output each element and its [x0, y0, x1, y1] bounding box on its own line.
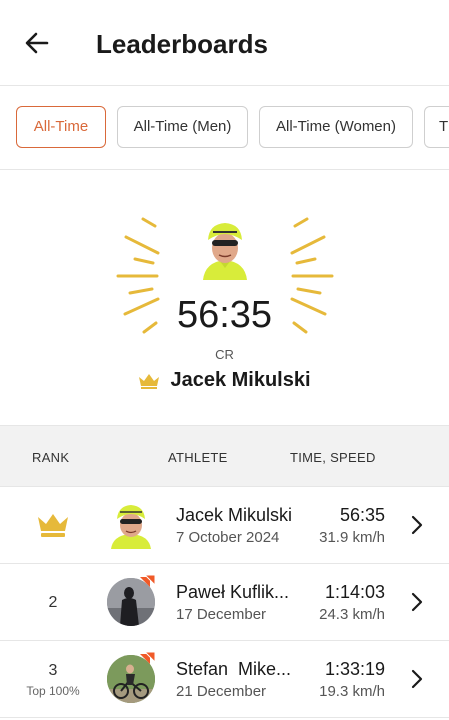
chevron-right-icon	[411, 592, 423, 612]
subscriber-badge-icon	[140, 651, 156, 664]
record-holder[interactable]: Jacek Mikulski	[0, 369, 449, 397]
effort-date: 17 December	[176, 606, 267, 623]
leaderboard-table-header: RANK ATHLETE TIME, SPEED	[0, 425, 449, 487]
subscriber-badge-icon	[140, 574, 156, 587]
rank-percentile: Top 100%	[26, 684, 80, 698]
athlete-name: Stefan Mike...	[176, 659, 292, 679]
effort-time: 1:33:19	[324, 659, 385, 679]
filter-chip-all-time-women[interactable]: All-Time (Women)	[259, 106, 413, 148]
crown-icon	[38, 514, 68, 537]
filter-bar: All-Time All-Time (Men) All-Time (Women)…	[0, 86, 449, 170]
record-caption: CR	[215, 347, 234, 362]
arrow-left-icon	[25, 32, 49, 54]
app-header: Leaderboards	[0, 0, 449, 86]
rank-number: 3	[48, 662, 58, 679]
course-record-hero: 56:35 CR Jacek Mikulski	[0, 171, 449, 425]
leaderboard-row[interactable]: 2 Paweł Kuflik... 17 December 1:14:03 24…	[0, 564, 449, 641]
chevron-right-icon	[411, 669, 423, 689]
leaderboard-row[interactable]: Jacek Mikulski 7 October 2024 56:35 31.9…	[0, 487, 449, 564]
filter-chip-all-time[interactable]: All-Time	[16, 106, 106, 148]
effort-speed: 19.3 km/h	[319, 683, 385, 700]
cyclist-avatar	[203, 223, 247, 280]
effort-time: 1:14:03	[324, 582, 385, 602]
crown-icon	[139, 373, 160, 389]
effort-speed: 31.9 km/h	[319, 529, 385, 546]
page-title: Leaderboards	[96, 29, 268, 59]
record-time: 56:35	[176, 294, 273, 336]
athlete-name: Jacek Mikulski	[176, 505, 293, 525]
rank-number: 2	[48, 594, 58, 611]
effort-date: 21 December	[176, 683, 267, 700]
chevron-right-icon	[411, 515, 423, 535]
effort-date: 7 October 2024	[176, 529, 280, 546]
rank-column-header: RANK	[32, 450, 70, 465]
record-holder-name: Jacek Mikulski	[170, 369, 311, 391]
back-button[interactable]	[22, 28, 52, 58]
filter-chip-all-time-men[interactable]: All-Time (Men)	[117, 106, 248, 148]
filter-chip-next[interactable]: T	[424, 106, 449, 148]
time-speed-column-header: TIME, SPEED	[290, 450, 376, 465]
effort-time: 56:35	[339, 505, 385, 525]
leaderboard-row[interactable]: 3 Top 100% Stefan Mike... 21 December 1:…	[0, 641, 449, 718]
athlete-avatar	[107, 501, 155, 549]
effort-speed: 24.3 km/h	[319, 606, 385, 623]
athlete-name: Paweł Kuflik...	[176, 582, 290, 602]
athlete-column-header: ATHLETE	[168, 450, 228, 465]
